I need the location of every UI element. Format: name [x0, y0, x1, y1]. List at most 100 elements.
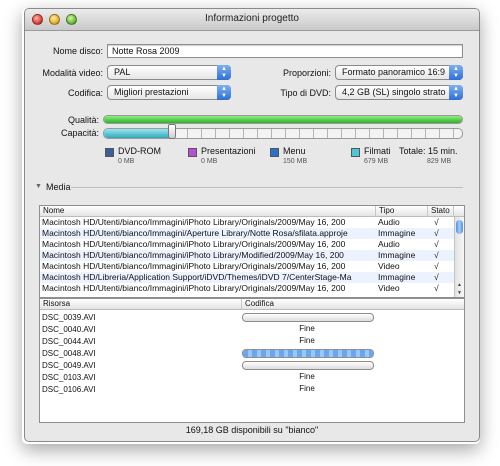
encoding-status-cell: Fine — [299, 372, 315, 381]
disc-name-label: Nome disco: — [52, 46, 103, 56]
capacity-marker — [168, 124, 177, 139]
column-header-stato[interactable]: Stato — [428, 206, 454, 217]
legend-swatch-presentazioni — [188, 148, 197, 157]
popup-arrows-icon: ▲ ▼ — [217, 65, 231, 80]
window-title: Informazioni progetto — [205, 13, 299, 24]
scrollbar-thumb[interactable] — [456, 220, 463, 234]
media-name-cell: Macintosh HD/Utenti/bianco/Immagini/iPho… — [42, 250, 344, 260]
table-row[interactable]: DSC_0039.AVI — [40, 312, 464, 322]
media-type-cell: Audio — [378, 217, 400, 227]
media-type-cell: Immagine — [378, 272, 416, 282]
table-row[interactable]: DSC_0049.AVI — [40, 360, 464, 370]
media-type-cell: Video — [378, 261, 400, 271]
capacity-meter-fill — [104, 129, 173, 138]
table-row[interactable]: Macintosh HD/Utenti/bianco/Immagini/iPho… — [40, 261, 454, 272]
disc-name-field[interactable]: Notte Rosa 2009 — [107, 44, 463, 58]
resource-name-cell: DSC_0106.AVI — [42, 385, 96, 394]
media-name-cell: Macintosh HD/Utenti/bianco/Immagini/iPho… — [42, 217, 346, 227]
media-status-checkmark: √ — [434, 272, 439, 282]
column-header-nome[interactable]: Nome — [40, 206, 376, 217]
table-row[interactable]: DSC_0040.AVI Fine — [40, 324, 464, 334]
quality-meter-fill — [104, 116, 462, 123]
table-row[interactable]: Macintosh HD/Utenti/bianco/Immagini/iPho… — [40, 217, 454, 228]
disk-space-status: 169,18 GB disponibili su "bianco" — [185, 425, 319, 435]
column-header-codifica[interactable]: Codifica — [242, 299, 464, 310]
media-status-checkmark: √ — [434, 228, 439, 238]
proportions-popup[interactable]: Formato panoramico 16:9 ▲ ▼ — [335, 65, 463, 80]
video-mode-label: Modalità video: — [42, 68, 103, 78]
encoding-status-cell: Fine — [299, 336, 315, 345]
encoding-status-cell: Fine — [299, 384, 315, 393]
media-name-cell: Macintosh HD/Utenti/bianco/Immagini/Aper… — [42, 228, 348, 238]
proportions-value: Formato panoramico 16:9 — [342, 67, 446, 77]
legend-presentazioni-size: 0 MB — [201, 158, 218, 165]
encoding-progress-fill — [243, 350, 373, 357]
project-info-window: Informazioni progetto Nome disco: Notte … — [24, 8, 480, 442]
resource-table[interactable]: Risorsa Codifica DSC_0039.AVI DSC_0040.AV… — [39, 298, 465, 423]
table-row[interactable]: Macintosh HD/Utenti/bianco/Immagini/iPho… — [40, 250, 454, 261]
dvd-type-popup[interactable]: 4,2 GB (SL) singolo strato ▲ ▼ — [335, 85, 463, 100]
table-row[interactable]: DSC_0103.AVI Fine — [40, 372, 464, 382]
media-status-checkmark: √ — [434, 261, 439, 271]
media-status-checkmark: √ — [434, 217, 439, 227]
disclosure-triangle-icon[interactable]: ▼ — [35, 183, 42, 190]
resource-name-cell: DSC_0049.AVI — [42, 361, 96, 370]
media-status-checkmark: √ — [434, 283, 439, 293]
encoding-label: Codifica: — [67, 88, 103, 98]
media-name-cell: Macintosh HD/Utenti/bianco/Immagini/iPho… — [42, 239, 346, 249]
popup-arrows-icon: ▲ ▼ — [449, 85, 463, 100]
table-row[interactable]: Macintosh HD/Libreria/Application Suppor… — [40, 272, 454, 283]
media-status-checkmark: √ — [434, 250, 439, 260]
encoding-progress-bar — [242, 349, 374, 358]
media-type-cell: Immagine — [378, 228, 416, 238]
legend-swatch-dvd-rom — [105, 148, 114, 157]
resource-name-cell: DSC_0048.AVI — [42, 349, 96, 358]
media-name-cell: Macintosh HD/Utenti/bianco/Immagini/iPho… — [42, 261, 346, 271]
table-row[interactable]: DSC_0106.AVI Fine — [40, 384, 464, 394]
encoding-popup[interactable]: Migliori prestazioni ▲ ▼ — [107, 85, 231, 100]
column-header-tipo[interactable]: Tipo — [376, 206, 428, 217]
table-row[interactable]: Macintosh HD/Utenti/bianco/Immagini/iPho… — [40, 239, 454, 250]
table-row[interactable]: DSC_0044.AVI Fine — [40, 336, 464, 346]
legend-swatch-menu — [270, 148, 279, 157]
total-size: 829 MB — [427, 158, 452, 165]
column-header-risorsa[interactable]: Risorsa — [40, 299, 242, 310]
resource-name-cell: DSC_0040.AVI — [42, 325, 96, 334]
encoding-progress-bar — [242, 361, 374, 370]
scroll-up-arrow-icon[interactable]: ▲ — [455, 282, 464, 288]
table-row[interactable]: Macintosh HD/Utenti/bianco/Immagini/iPho… — [40, 283, 454, 294]
video-mode-popup[interactable]: PAL ▲ ▼ — [107, 65, 231, 80]
quality-meter — [103, 115, 463, 124]
capacity-meter — [103, 128, 463, 139]
table-row[interactable]: Macintosh HD/Utenti/bianco/Immagini/Aper… — [40, 228, 454, 239]
popup-arrows-icon: ▲ ▼ — [449, 65, 463, 80]
popup-arrows-icon: ▲ ▼ — [217, 85, 231, 100]
legend-filmati-size: 679 MB — [364, 158, 389, 165]
capacity-label: Capacità: — [60, 128, 99, 138]
title-bar: Informazioni progetto — [25, 9, 479, 31]
encoding-status-cell: Fine — [299, 324, 315, 333]
media-section-label: Media — [46, 182, 71, 192]
column-header-filler — [454, 206, 464, 217]
media-scrollbar[interactable]: ▲ ▼ — [454, 217, 464, 297]
legend-menu-size: 150 MB — [283, 158, 308, 165]
legend-swatch-filmati — [351, 148, 360, 157]
proportions-label: Proporzioni: — [282, 68, 331, 78]
legend-dvd-rom-size: 0 MB — [118, 158, 135, 165]
media-name-cell: Macintosh HD/Utenti/bianco/Immagini/iPho… — [42, 283, 346, 293]
legend-dvd-rom-label: DVD-ROM — [118, 146, 161, 156]
media-name-cell: Macintosh HD/Libreria/Application Suppor… — [42, 272, 352, 282]
encoding-value: Migliori prestazioni — [114, 87, 189, 97]
quality-label: Qualità: — [67, 115, 99, 125]
dvd-type-label: Tipo di DVD: — [280, 88, 331, 98]
resource-name-cell: DSC_0103.AVI — [42, 373, 96, 382]
legend-filmati-label: Filmati — [364, 146, 391, 156]
media-status-checkmark: √ — [434, 239, 439, 249]
media-type-cell: Video — [378, 283, 400, 293]
media-table[interactable]: Nome Tipo Stato Macintosh HD/Utenti/bian… — [39, 205, 465, 298]
scroll-down-arrow-icon[interactable]: ▼ — [455, 290, 464, 296]
section-divider — [71, 187, 463, 188]
encoding-progress-bar — [242, 313, 374, 322]
dvd-type-value: 4,2 GB (SL) singolo strato — [342, 87, 446, 97]
table-row[interactable]: DSC_0048.AVI — [40, 348, 464, 358]
